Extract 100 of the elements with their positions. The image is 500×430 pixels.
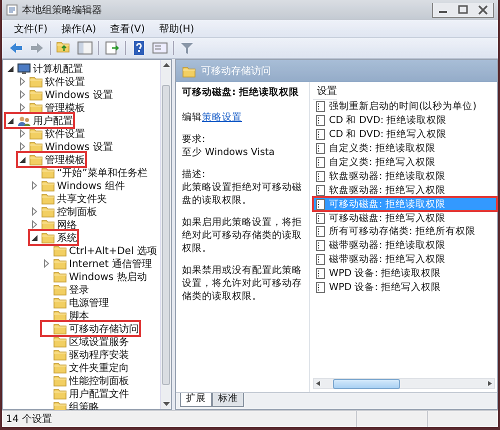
expand-arrow-icon[interactable]: [18, 142, 27, 151]
policy-setting-icon: [315, 170, 326, 182]
tree-item[interactable]: 管理模板: [18, 101, 85, 114]
folder-icon: [53, 348, 67, 361]
tree-item[interactable]: 登录: [42, 283, 89, 296]
expand-arrow-icon[interactable]: [18, 77, 27, 86]
folder-icon: [29, 101, 43, 114]
folder-icon: [41, 166, 55, 179]
help-icon[interactable]: [131, 40, 147, 56]
setting-item[interactable]: 自定义类: 拒绝写入权限: [313, 156, 497, 170]
policy-setting-icon: [315, 268, 326, 280]
collapse-arrow-icon[interactable]: [6, 116, 15, 125]
tree-item[interactable]: Internet 通信管理: [42, 257, 152, 270]
tree-item[interactable]: 区域设置服务: [42, 335, 129, 348]
setting-item[interactable]: 强制重新启动的时间(以秒为单位): [313, 100, 497, 114]
expand-arrow-icon[interactable]: [30, 220, 39, 229]
tree-item[interactable]: 系统: [30, 231, 77, 244]
setting-item[interactable]: 所有可移动存储类: 拒绝所有权限: [313, 225, 497, 239]
setting-item[interactable]: 磁带驱动器: 拒绝写入权限: [313, 252, 497, 267]
back-arrow-icon[interactable]: [8, 40, 24, 56]
folder-icon: [53, 283, 67, 296]
setting-item[interactable]: CD 和 DVD: 拒绝写入权限: [313, 128, 497, 142]
description-label: 描述:: [182, 168, 206, 181]
folder-icon: [53, 361, 67, 374]
tree-item[interactable]: 控制面板: [30, 205, 97, 218]
properties-icon[interactable]: [152, 40, 168, 56]
tree-item[interactable]: 共享文件夹: [30, 192, 107, 205]
folder-icon: [29, 127, 43, 140]
expand-arrow-icon[interactable]: [18, 103, 27, 112]
menu-item[interactable]: 文件(F): [8, 20, 54, 36]
folder-icon: [53, 374, 67, 387]
folder-icon: [53, 322, 67, 335]
menu-item[interactable]: 帮助(H): [152, 20, 200, 36]
tree-item[interactable]: 驱动程序安装: [42, 348, 129, 361]
setting-item[interactable]: 软盘驱动器: 拒绝写入权限: [313, 183, 497, 198]
requirement-text: 至少 Windows Vista: [182, 147, 275, 158]
policy-settings-link[interactable]: 策略设置: [202, 112, 242, 123]
folder-icon: [41, 218, 55, 231]
horizontal-scrollbar[interactable]: [313, 378, 495, 389]
expand-arrow-icon[interactable]: [18, 90, 27, 99]
setting-item[interactable]: WPD 设备: 拒绝读取权限: [313, 266, 497, 281]
setting-item[interactable]: 磁带驱动器: 拒绝读取权限: [313, 238, 497, 253]
vertical-scrollbar[interactable]: [160, 60, 171, 409]
folder-icon: [41, 179, 55, 192]
expand-arrow-icon[interactable]: [42, 259, 51, 268]
collapse-arrow-icon[interactable]: [6, 64, 15, 73]
setting-item[interactable]: 自定义类: 拒绝读取权限: [313, 142, 497, 156]
pane-toggle-icon[interactable]: [77, 40, 93, 56]
maximize-icon[interactable]: [456, 4, 470, 16]
policy-setting-icon: [315, 254, 326, 266]
view-tab[interactable]: 扩展: [180, 393, 212, 407]
scroll-right-arrow-icon[interactable]: [486, 380, 494, 387]
menu-item[interactable]: 查看(V): [104, 20, 151, 36]
setting-item[interactable]: CD 和 DVD: 拒绝读取权限: [313, 114, 497, 128]
scroll-up-arrow-icon[interactable]: [162, 62, 170, 67]
tree-item[interactable]: 网络: [30, 218, 77, 231]
tree-item[interactable]: 脚本: [42, 309, 89, 322]
tree-item[interactable]: 可移动存储访问: [42, 322, 139, 335]
forward-arrow-icon[interactable]: [29, 40, 45, 56]
description-text: 如果禁用或没有配置此策略设置，将允许对此可移动存储类的读取权限。: [182, 264, 303, 303]
tree-item[interactable]: 用户配置: [6, 114, 73, 127]
folder-icon: [41, 205, 55, 218]
expand-arrow-icon[interactable]: [30, 207, 39, 216]
policy-setting-icon: [315, 129, 326, 140]
filter-icon[interactable]: [179, 40, 195, 56]
tree-item[interactable]: Windows 设置: [18, 140, 113, 153]
tree-item[interactable]: 管理模板: [18, 153, 85, 166]
scroll-left-arrow-icon[interactable]: [314, 380, 322, 387]
folder-icon: [53, 309, 67, 322]
tree-item[interactable]: 文件夹重定向: [42, 361, 129, 374]
tree-item[interactable]: 电源管理: [42, 296, 109, 309]
close-icon[interactable]: [476, 4, 490, 16]
tree-item[interactable]: 计算机配置: [6, 62, 83, 75]
expand-arrow-icon[interactable]: [18, 129, 27, 138]
view-tab[interactable]: 标准: [212, 393, 244, 407]
setting-item[interactable]: 可移动磁盘: 拒绝写入权限: [313, 211, 497, 226]
setting-item[interactable]: WPD 设备: 拒绝写入权限: [313, 280, 497, 294]
status-text: 14 个设置: [5, 412, 53, 426]
tree-item[interactable]: Windows 热启动: [42, 270, 147, 283]
collapse-arrow-icon[interactable]: [30, 233, 39, 242]
tree-item[interactable]: “开始”菜单和任务栏: [30, 166, 148, 179]
tree-item[interactable]: 软件设置: [18, 75, 85, 88]
setting-item[interactable]: 软盘驱动器: 拒绝读取权限: [313, 169, 497, 184]
policy-setting-icon: [315, 240, 326, 252]
expand-arrow-icon[interactable]: [30, 181, 39, 190]
tree-item[interactable]: 性能控制面板: [42, 374, 129, 387]
folder-icon: [53, 387, 67, 400]
column-header[interactable]: 设置: [313, 82, 337, 100]
export-icon[interactable]: [104, 40, 120, 56]
menu-item[interactable]: 操作(A): [56, 20, 102, 36]
tree-item[interactable]: 软件设置: [18, 127, 85, 140]
tree-item[interactable]: 用户配置文件: [42, 387, 129, 400]
app-icon: [6, 4, 18, 16]
tree-item[interactable]: Windows 设置: [18, 88, 113, 101]
tree-item[interactable]: Ctrl+Alt+Del 选项: [42, 244, 157, 257]
scroll-down-arrow-icon[interactable]: [162, 402, 170, 407]
folder-icon: [29, 153, 43, 166]
collapse-arrow-icon[interactable]: [18, 155, 27, 164]
tree-item[interactable]: Windows 组件: [30, 179, 125, 192]
policy-setting-icon: [315, 212, 326, 224]
